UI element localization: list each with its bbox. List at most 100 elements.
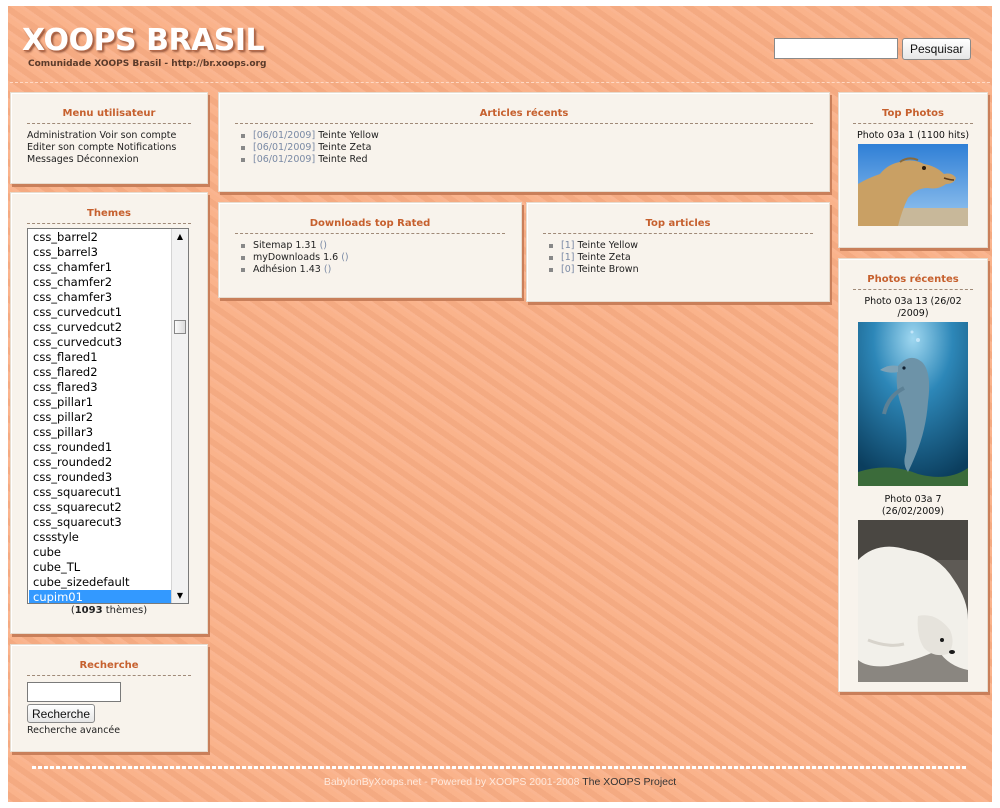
downloads-list: Sitemap 1.31 () myDownloads 1.6 () Adhésio…	[239, 240, 505, 276]
top-photos-block: Top Photos Photo 03a 1 (1100 hits)	[838, 92, 988, 248]
theme-option[interactable]: cube_TL	[29, 560, 171, 575]
recent-photos-title: Photos récentes	[853, 265, 973, 290]
download-link[interactable]: Sitemap 1.31	[253, 240, 317, 251]
themes-block: Themes css_barrel2 css_barrel3 css_chamfer…	[10, 192, 208, 634]
footer-text: BabylonByXoops.net - Powered by XOOPS 20…	[323, 776, 580, 788]
article-link[interactable]: Teinte Brown	[578, 264, 639, 275]
theme-option[interactable]: css_rounded1	[29, 440, 171, 455]
top-articles-title: Top articles	[543, 209, 813, 234]
downloads-block: Downloads top Rated Sitemap 1.31 () myDow…	[218, 202, 522, 298]
theme-option[interactable]: css_chamfer2	[29, 275, 171, 290]
theme-option[interactable]: css_flared3	[29, 380, 171, 395]
article-hits: [1]	[561, 240, 575, 251]
search-block-body: Recherche Recherche avancée	[27, 682, 191, 737]
search-block-input[interactable]	[27, 682, 121, 702]
theme-option[interactable]: css_rounded3	[29, 470, 171, 485]
list-item: [06/01/2009] Teinte Red	[239, 154, 813, 166]
footer-divider	[32, 766, 966, 769]
list-item: Adhésion 1.43 ()	[239, 264, 505, 276]
footer-link[interactable]: The XOOPS Project	[582, 776, 676, 788]
user-menu-line[interactable]: Administration Voir son compte	[27, 130, 191, 142]
article-link[interactable]: Teinte Zeta	[318, 142, 371, 153]
polar-bear-photo[interactable]	[858, 520, 968, 682]
logo-title: XOOPS BRASIL	[22, 23, 265, 58]
list-item: [0] Teinte Brown	[547, 264, 813, 276]
theme-option[interactable]: css_chamfer1	[29, 260, 171, 275]
download-link[interactable]: Adhésion 1.43	[253, 264, 321, 275]
recent-photo-caption-1[interactable]: Photo 03a 13 (26/02 /2009)	[853, 296, 973, 320]
user-menu-block: Menu utilisateur Administration Voir son…	[10, 92, 208, 184]
theme-option[interactable]: css_curvedcut1	[29, 305, 171, 320]
user-menu-title: Menu utilisateur	[27, 99, 191, 124]
article-hits: [1]	[561, 252, 575, 263]
download-rating: ()	[341, 252, 349, 263]
theme-option[interactable]: css_squarecut3	[29, 515, 171, 530]
theme-option[interactable]: css_flared1	[29, 350, 171, 365]
search-block: Recherche Recherche Recherche avancée	[10, 644, 208, 752]
download-link[interactable]: myDownloads 1.6	[253, 252, 338, 263]
scroll-thumb[interactable]	[174, 320, 186, 334]
list-item: myDownloads 1.6 ()	[239, 252, 505, 264]
theme-option[interactable]: css_pillar1	[29, 395, 171, 410]
article-link[interactable]: Teinte Yellow	[318, 130, 379, 141]
recent-photo-caption-2[interactable]: Photo 03a 7 (26/02/2009)	[853, 494, 973, 518]
downloads-title: Downloads top Rated	[235, 209, 505, 234]
article-hits: [0]	[561, 264, 575, 275]
user-menu-line[interactable]: Editer son compte Notifications	[27, 142, 191, 154]
theme-option[interactable]: cube	[29, 545, 171, 560]
article-date: [06/01/2009]	[253, 142, 316, 153]
article-link[interactable]: Teinte Red	[318, 154, 367, 165]
theme-option[interactable]: css_barrel3	[29, 245, 171, 260]
top-photos-title: Top Photos	[853, 99, 973, 124]
camel-photo[interactable]	[858, 144, 968, 226]
themes-count-number: 1093	[74, 605, 103, 616]
themes-count-suffix: thèmes)	[102, 605, 148, 616]
themes-list-items: css_barrel2 css_barrel3 css_chamfer1 css_ch…	[29, 230, 171, 603]
top-photo-caption[interactable]: Photo 03a 1 (1100 hits)	[853, 130, 973, 142]
download-rating: ()	[323, 264, 332, 275]
scroll-down-icon[interactable]: ▼	[172, 588, 188, 603]
download-rating: ()	[319, 240, 327, 251]
theme-option[interactable]: css_rounded2	[29, 455, 171, 470]
theme-option[interactable]: css_curvedcut3	[29, 335, 171, 350]
theme-option[interactable]: css_pillar3	[29, 425, 171, 440]
theme-option[interactable]: css_squarecut2	[29, 500, 171, 515]
top-articles-block: Top articles [1] Teinte Yellow [1] Teinte…	[526, 202, 830, 302]
logo-subtitle: Comunidade XOOPS Brasil - http://br.xoop…	[28, 59, 267, 69]
user-menu-line[interactable]: Messages Déconnexion	[27, 154, 191, 166]
recent-articles-title: Articles récents	[235, 99, 813, 124]
recent-articles-block: Articles récents [06/01/2009] Teinte Yel…	[218, 92, 830, 192]
article-link[interactable]: Teinte Yellow	[578, 240, 639, 251]
themes-scrollbar[interactable]: ▲ ▼	[171, 229, 188, 603]
theme-option[interactable]: css_curvedcut2	[29, 320, 171, 335]
theme-option[interactable]: css_chamfer3	[29, 290, 171, 305]
header-search-button[interactable]: Pesquisar	[902, 38, 972, 60]
theme-option[interactable]: css_barrel2	[29, 230, 171, 245]
theme-option[interactable]: cube_sizedefault	[29, 575, 171, 590]
scroll-up-icon[interactable]: ▲	[172, 229, 188, 244]
theme-option[interactable]: cssstyle	[29, 530, 171, 545]
top-articles-list: [1] Teinte Yellow [1] Teinte Zeta [0] Tein…	[547, 240, 813, 276]
header-divider	[10, 82, 990, 83]
header-search: Pesquisar	[774, 38, 972, 60]
article-date: [06/01/2009]	[253, 154, 316, 165]
dolphin-photo[interactable]	[858, 322, 968, 486]
polar-bear-image	[858, 520, 968, 682]
search-block-title: Recherche	[27, 651, 191, 676]
header-search-input[interactable]	[774, 38, 898, 59]
page-background: XOOPS BRASIL Comunidade XOOPS Brasil - h…	[8, 6, 992, 802]
themes-listbox[interactable]: css_barrel2 css_barrel3 css_chamfer1 css_ch…	[27, 228, 189, 604]
article-link[interactable]: Teinte Zeta	[578, 252, 631, 263]
theme-option[interactable]: cupim01	[29, 590, 171, 603]
advanced-search-link[interactable]: Recherche avancée	[27, 725, 191, 737]
search-block-button[interactable]: Recherche	[27, 704, 96, 723]
theme-option[interactable]: css_squarecut1	[29, 485, 171, 500]
recent-photos-block: Photos récentes Photo 03a 13 (26/02 /200…	[838, 258, 988, 692]
themes-count: (1093 thèmes)	[27, 605, 191, 616]
article-date: [06/01/2009]	[253, 130, 316, 141]
recent-articles-list: [06/01/2009] Teinte Yellow [06/01/2009] T…	[239, 130, 813, 166]
theme-option[interactable]: css_pillar2	[29, 410, 171, 425]
theme-option[interactable]: css_flared2	[29, 365, 171, 380]
site-logo[interactable]: XOOPS BRASIL Comunidade XOOPS Brasil - h…	[22, 23, 267, 70]
list-item: [1] Teinte Yellow	[547, 240, 813, 252]
